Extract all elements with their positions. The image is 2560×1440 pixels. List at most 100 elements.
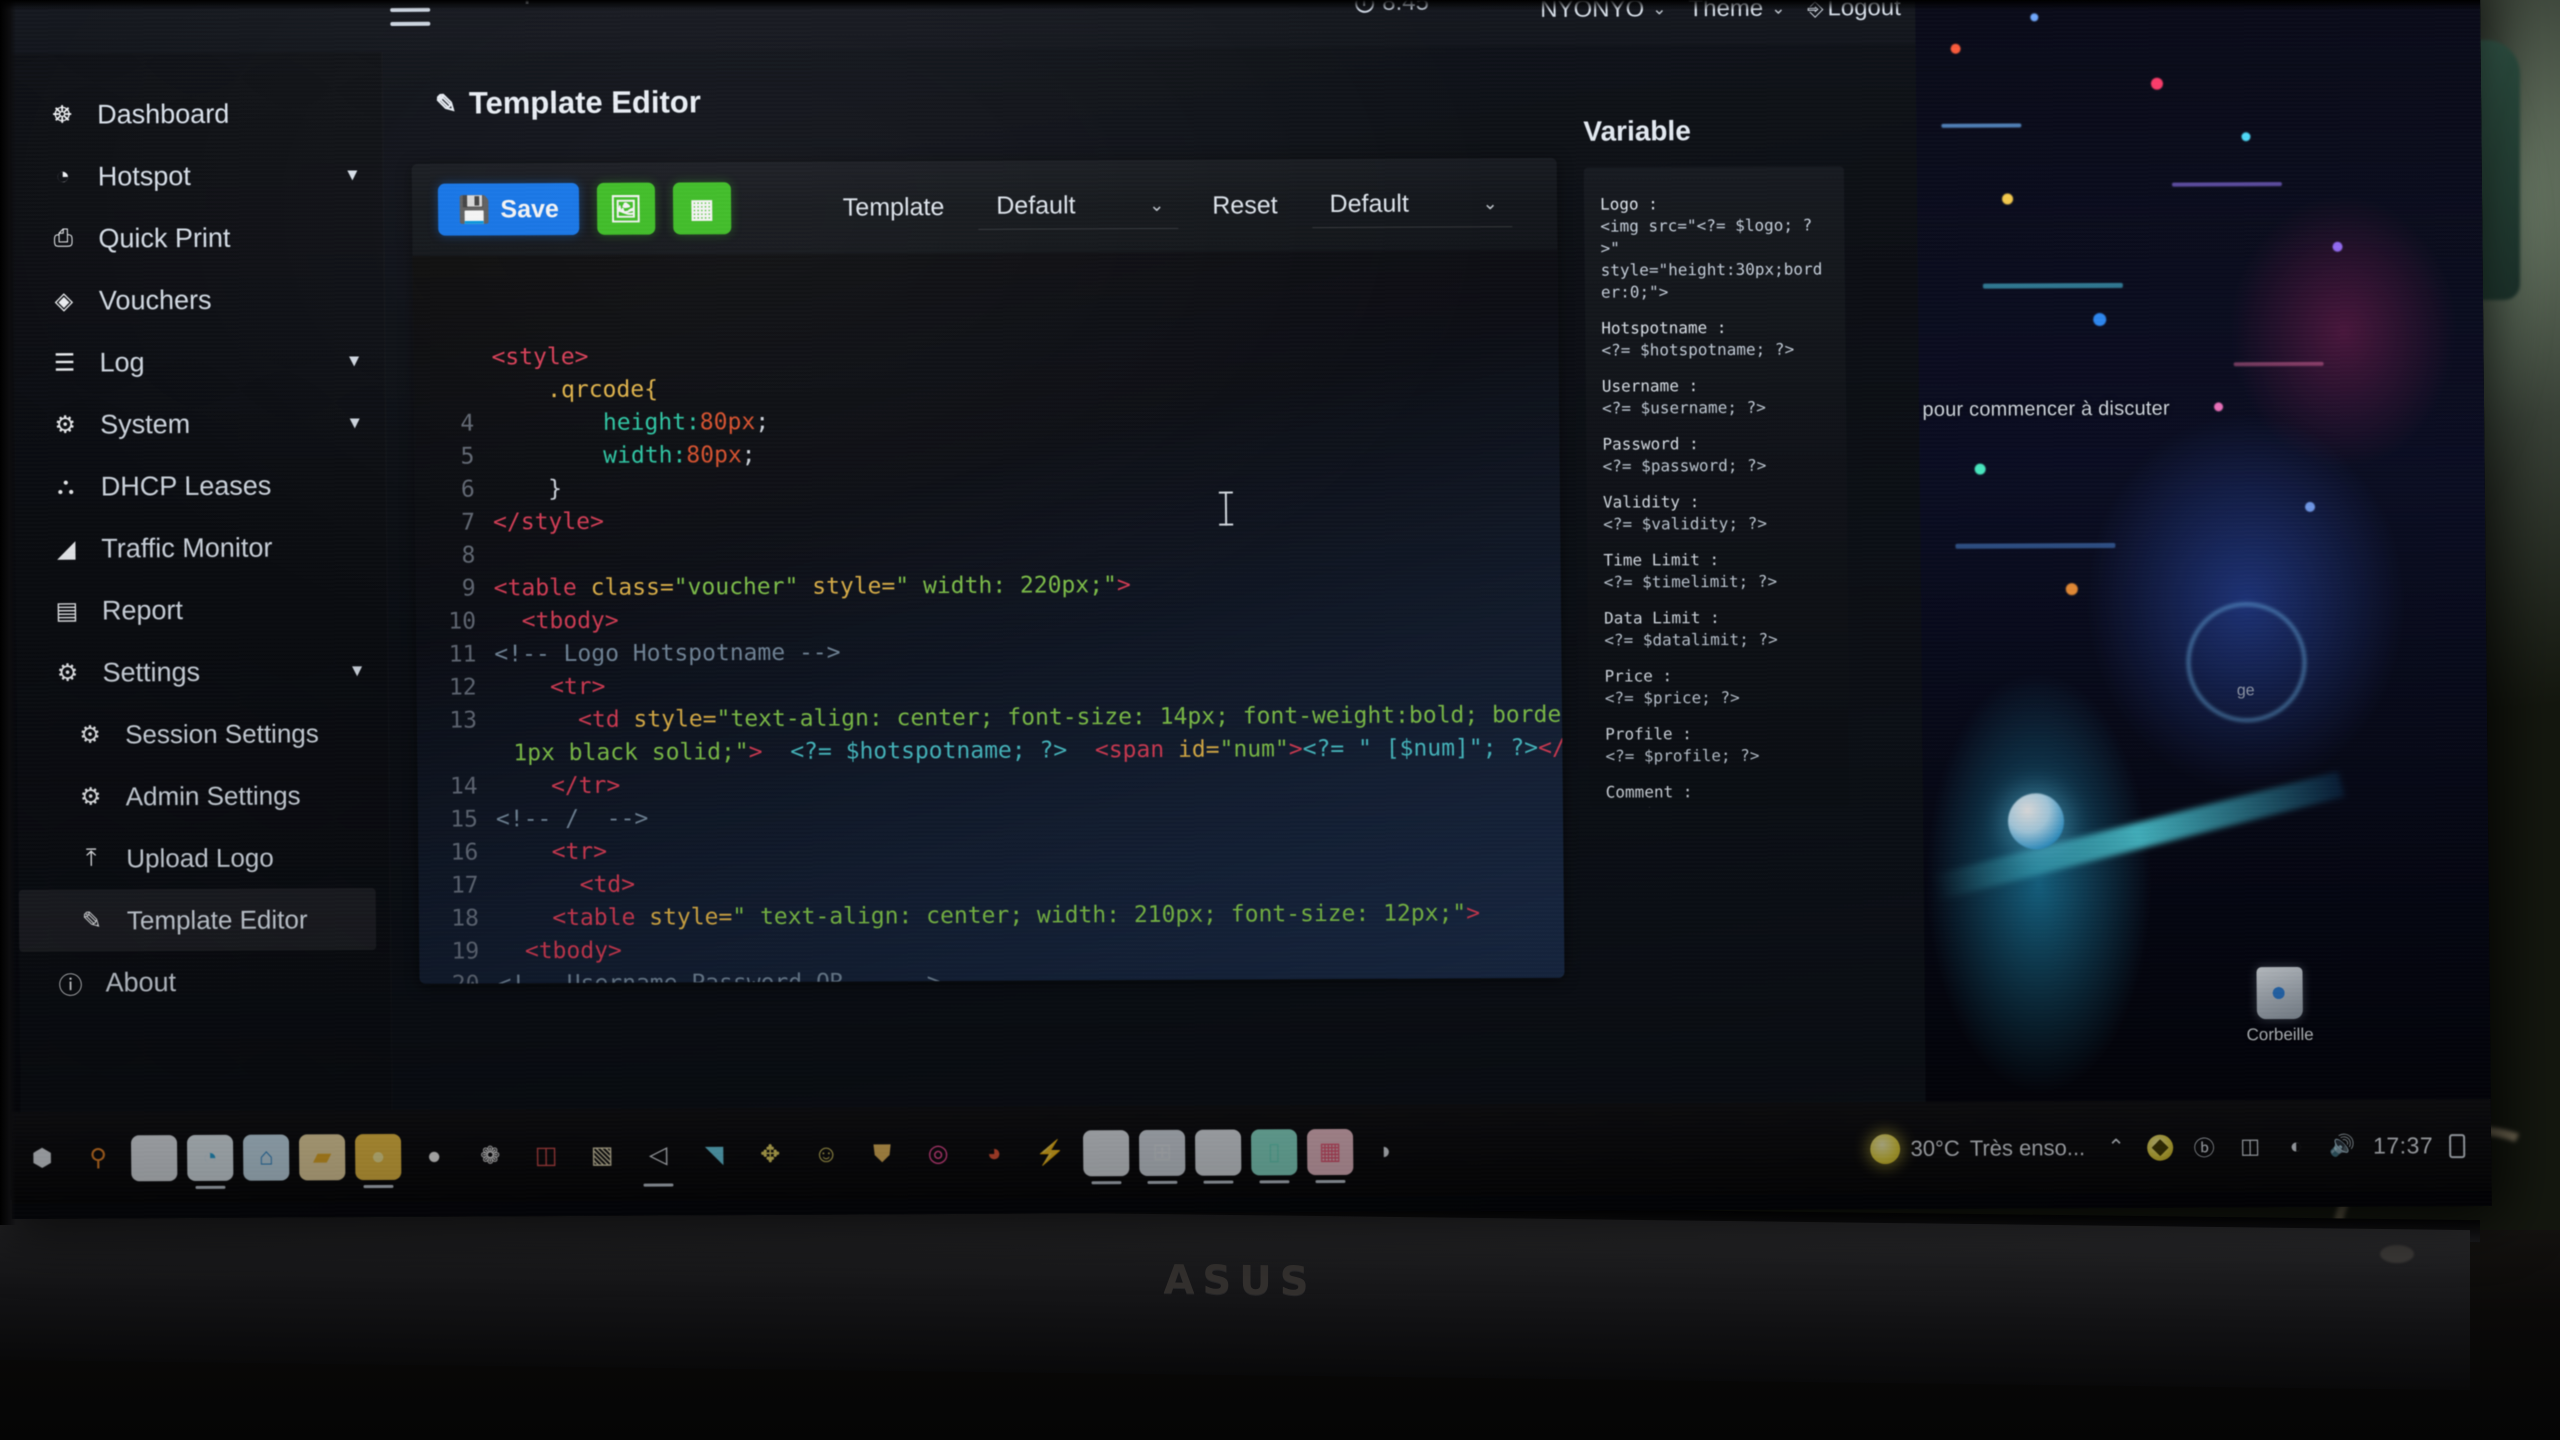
sidebar-item-label: Log xyxy=(99,346,145,377)
sidebar-item-label: DHCP Leases xyxy=(100,470,272,501)
messenger-icon[interactable]: ◗ xyxy=(1363,1128,1409,1174)
code-text: 1px black solid;"> <?= $hotspotname; ?> … xyxy=(513,734,1565,767)
taskbar-clock[interactable]: 17:37 xyxy=(2373,1132,2433,1159)
sidebar-item-label: Hotspot xyxy=(97,160,191,191)
template-select[interactable]: Default ⌄ xyxy=(978,182,1179,230)
variable-key: Password : xyxy=(1602,434,1699,454)
sidebar-item-system[interactable]: ⚙ System ▼ xyxy=(14,392,386,456)
chevron-down-icon: ⌄ xyxy=(1482,193,1498,214)
winbox-icon[interactable]: ◥ xyxy=(691,1132,737,1178)
edge-browser-icon[interactable]: ◔ xyxy=(186,1134,234,1181)
sidebar-item-upload-logo[interactable]: ⤒ Upload Logo xyxy=(18,826,390,890)
search-icon[interactable]: ⚲ xyxy=(75,1135,121,1181)
insert-qrcode-button[interactable]: ▦ xyxy=(672,182,732,235)
firefox-browser-icon[interactable]: ❁ xyxy=(467,1133,513,1179)
chevron-down-icon[interactable]: ▼ xyxy=(349,661,366,681)
save-button[interactable]: 💾 Save xyxy=(437,182,580,236)
sidebar-item-dhcp-leases[interactable]: ⛬ DHCP Leases xyxy=(14,454,386,518)
template-selector-group: Template Default ⌄ Reset Default ⌄ xyxy=(809,181,1512,231)
battery-saver-icon[interactable] xyxy=(2146,1134,2174,1161)
line-number: 15 xyxy=(450,806,479,833)
chevron-down-icon[interactable]: ▼ xyxy=(346,413,363,433)
variable-key: Price : xyxy=(1604,666,1673,686)
document-icon[interactable]: ▯ xyxy=(1082,1129,1130,1176)
line-number: 17 xyxy=(450,872,479,899)
notepad-icon[interactable]: ▧ xyxy=(579,1132,625,1178)
chrome-browser-icon[interactable]: ● xyxy=(354,1133,402,1180)
chevron-up-icon[interactable]: ⌃ xyxy=(2101,1132,2131,1162)
variable-key: Data Limit : xyxy=(1603,607,1720,628)
sidebar-item-label: Admin Settings xyxy=(125,779,301,811)
wallpaper-ring-shape xyxy=(2185,601,2308,723)
variable-value: <?= $password; ?> xyxy=(1602,455,1767,476)
chevron-down-icon[interactable]: ▼ xyxy=(344,165,361,185)
wifi-signal-icon[interactable]: ◐ xyxy=(2281,1131,2311,1161)
sidebar-item-log[interactable]: ☰ Log ▼ xyxy=(13,330,385,394)
whatsapp-icon[interactable]: ☺ xyxy=(803,1131,849,1177)
sidebar-item-label: Settings xyxy=(102,656,201,687)
task-view-icon[interactable]: ▭ xyxy=(130,1134,178,1181)
windows-start-icon[interactable]: ⬢ xyxy=(19,1135,65,1181)
variable-entry: Hotspotname : <?= $hotspotname; ?> xyxy=(1601,316,1829,361)
word-doc-icon[interactable]: ▯ xyxy=(1194,1129,1242,1176)
qrcode-icon: ▦ xyxy=(689,192,715,223)
photo-of-laptop-screen: ASUS ge pour commencer à discuter ge Cor… xyxy=(0,0,2560,1440)
chevron-down-icon[interactable]: ▼ xyxy=(346,351,363,371)
taskbar-app-icons: ⬢ ⚲ ▭ ◔ ⌂ ▰ ● ● ❁ ◫ ▧ ◁ ◥ ✥ ☺ ⛊ ◎ ◕ ⚡ ▯ ⊞ ▯ ▯ ▦ ◗ xyxy=(11,1128,1409,1181)
store-icon[interactable]: ⌂ xyxy=(242,1133,290,1181)
editor-toolbar: 💾 Save 🖼 ▦ Template Default ⌄ Reset Defa… xyxy=(412,158,1558,256)
vlc-player-icon[interactable]: ◁ xyxy=(635,1132,681,1178)
sidebar-item-hotspot[interactable]: ◔ Hotspot ▼ xyxy=(11,144,383,208)
gear-icon: ⚙ xyxy=(79,782,102,811)
sidebar: MikroTik ☸Dashboard◔Hotspot▼⎙Quick Print… xyxy=(9,0,393,1116)
insert-image-button[interactable]: 🖼 xyxy=(596,182,656,235)
sidebar-item-about[interactable]: ⓘ About xyxy=(19,950,391,1014)
ticket-icon: ◈ xyxy=(54,287,74,315)
recycle-bin-label: Corbeille xyxy=(2246,1024,2314,1045)
code-editor[interactable]: <style> .qrcode{4 height:80px; 5 width:80… xyxy=(412,249,1565,984)
excel-sheet-icon[interactable]: ▯ xyxy=(1250,1128,1298,1175)
winrar-icon[interactable]: ◫ xyxy=(523,1133,569,1179)
line-number xyxy=(413,341,491,374)
sidebar-item-settings[interactable]: ⚙ Settings ▼ xyxy=(16,640,388,704)
notification-icon[interactable] xyxy=(2449,1133,2466,1158)
bluetooth-icon[interactable]: ⓑ xyxy=(2189,1132,2219,1162)
sidebar-item-admin-settings[interactable]: ⚙ Admin Settings xyxy=(17,764,389,828)
variable-value: <?= $comment; ?> xyxy=(1606,802,1834,808)
line-number: 6 xyxy=(460,476,475,503)
opera-browser-icon[interactable]: ● xyxy=(411,1133,457,1179)
sidebar-item-vouchers[interactable]: ◈ Vouchers xyxy=(13,268,385,332)
line-number: 18 xyxy=(451,905,480,932)
volume-icon[interactable]: 🔊 xyxy=(2327,1131,2357,1161)
thunderbolt-icon[interactable]: ⚡ xyxy=(1027,1130,1073,1176)
code-text: <tbody> xyxy=(497,937,622,965)
calculator-icon[interactable]: ⊞ xyxy=(1138,1129,1186,1176)
photos-icon[interactable]: ▦ xyxy=(1306,1128,1354,1175)
variable-key: Comment : xyxy=(1605,782,1693,802)
reset-label: Reset xyxy=(1212,190,1278,220)
sidebar-item-traffic-monitor[interactable]: ◢ Traffic Monitor xyxy=(15,516,387,580)
variable-entry: Validity : <?= $validity; ?> xyxy=(1603,490,1831,535)
taskbar-weather-widget[interactable]: 30°C Très enso... xyxy=(1870,1133,2085,1164)
brave-browser-icon[interactable]: ◕ xyxy=(971,1130,1017,1176)
sidebar-item-session-settings[interactable]: ⚙ Session Settings xyxy=(17,702,389,766)
reset-select[interactable]: Default ⌄ xyxy=(1311,181,1512,229)
sidebar-item-report[interactable]: ▤ Report xyxy=(16,578,388,642)
text-cursor-icon xyxy=(1224,491,1228,526)
code-text: width:80px; xyxy=(492,442,756,470)
code-text: </tr> xyxy=(495,772,621,800)
battery-icon[interactable]: ◫ xyxy=(2235,1132,2265,1162)
sidebar-item-label: Vouchers xyxy=(98,284,212,315)
file-explorer-icon[interactable]: ▰ xyxy=(298,1133,346,1180)
network-tool-icon[interactable]: ✥ xyxy=(747,1131,793,1177)
code-text: } xyxy=(492,476,563,503)
sidebar-item-dashboard[interactable]: ☸ Dashboard xyxy=(11,82,383,146)
recycle-bin[interactable]: Corbeille xyxy=(2224,966,2335,1046)
shield-icon[interactable]: ⛊ xyxy=(859,1131,905,1177)
variable-value: <?= $username; ?> xyxy=(1601,397,1766,418)
sun-icon xyxy=(1870,1133,1901,1164)
sidebar-item-quick-print[interactable]: ⎙ Quick Print xyxy=(12,206,384,270)
sidebar-item-template-editor[interactable]: ✎ Template Editor xyxy=(18,888,377,952)
line-number: 7 xyxy=(461,509,476,536)
opera-gx-icon[interactable]: ◎ xyxy=(915,1130,961,1176)
